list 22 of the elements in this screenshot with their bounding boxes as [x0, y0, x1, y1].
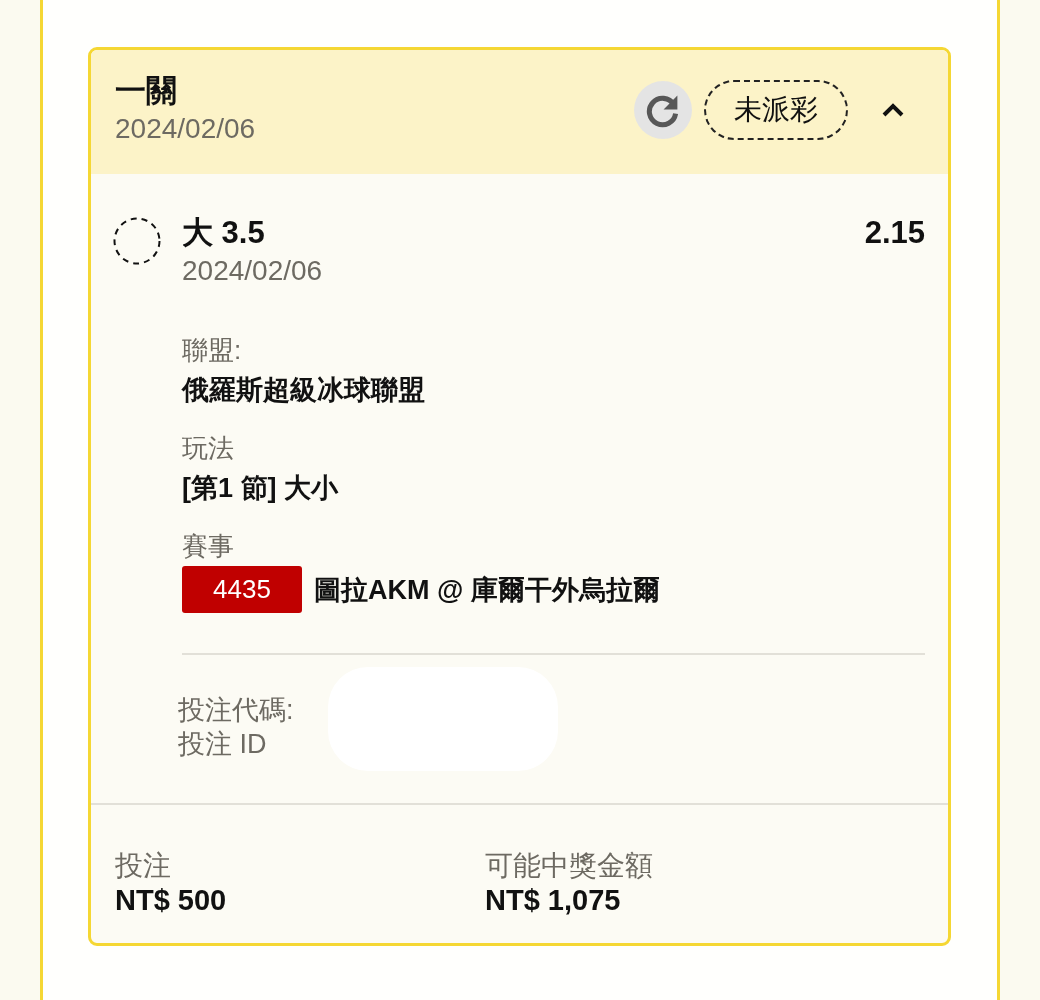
total-amount: NT$ 1,075	[485, 883, 622, 917]
detail-value: 俄羅斯超級冰球聯盟	[182, 374, 425, 407]
caret-icon	[882, 103, 904, 117]
reference-label: 投注代碼:	[178, 694, 294, 727]
detail-value: 圖拉AKM @ 庫爾干外烏拉爾	[314, 573, 660, 607]
detail-label: 玩法	[182, 432, 234, 465]
bet-type-title: 一關	[115, 72, 178, 110]
match-date: 2024/02/06	[182, 254, 324, 288]
reference-label: 投注 ID	[178, 728, 267, 761]
detail-value: [第1 節] 大小	[182, 472, 338, 505]
dashed-circle-icon	[113, 217, 161, 265]
total-label: 可能中獎金額	[485, 849, 654, 883]
total-label: 投注	[115, 849, 172, 883]
bet-date: 2024/02/06	[115, 112, 256, 146]
selection-name: 大 3.5	[182, 214, 265, 252]
collapse-toggle[interactable]	[882, 103, 904, 117]
payout-status-badge: 未派彩	[704, 80, 848, 140]
odds-value: 2.15	[864, 214, 925, 252]
event-number-badge: 4435	[182, 566, 302, 613]
detail-label: 賽事	[182, 530, 234, 563]
detail-label: 聯盟:	[182, 334, 242, 367]
total-amount: NT$ 500	[115, 883, 228, 917]
